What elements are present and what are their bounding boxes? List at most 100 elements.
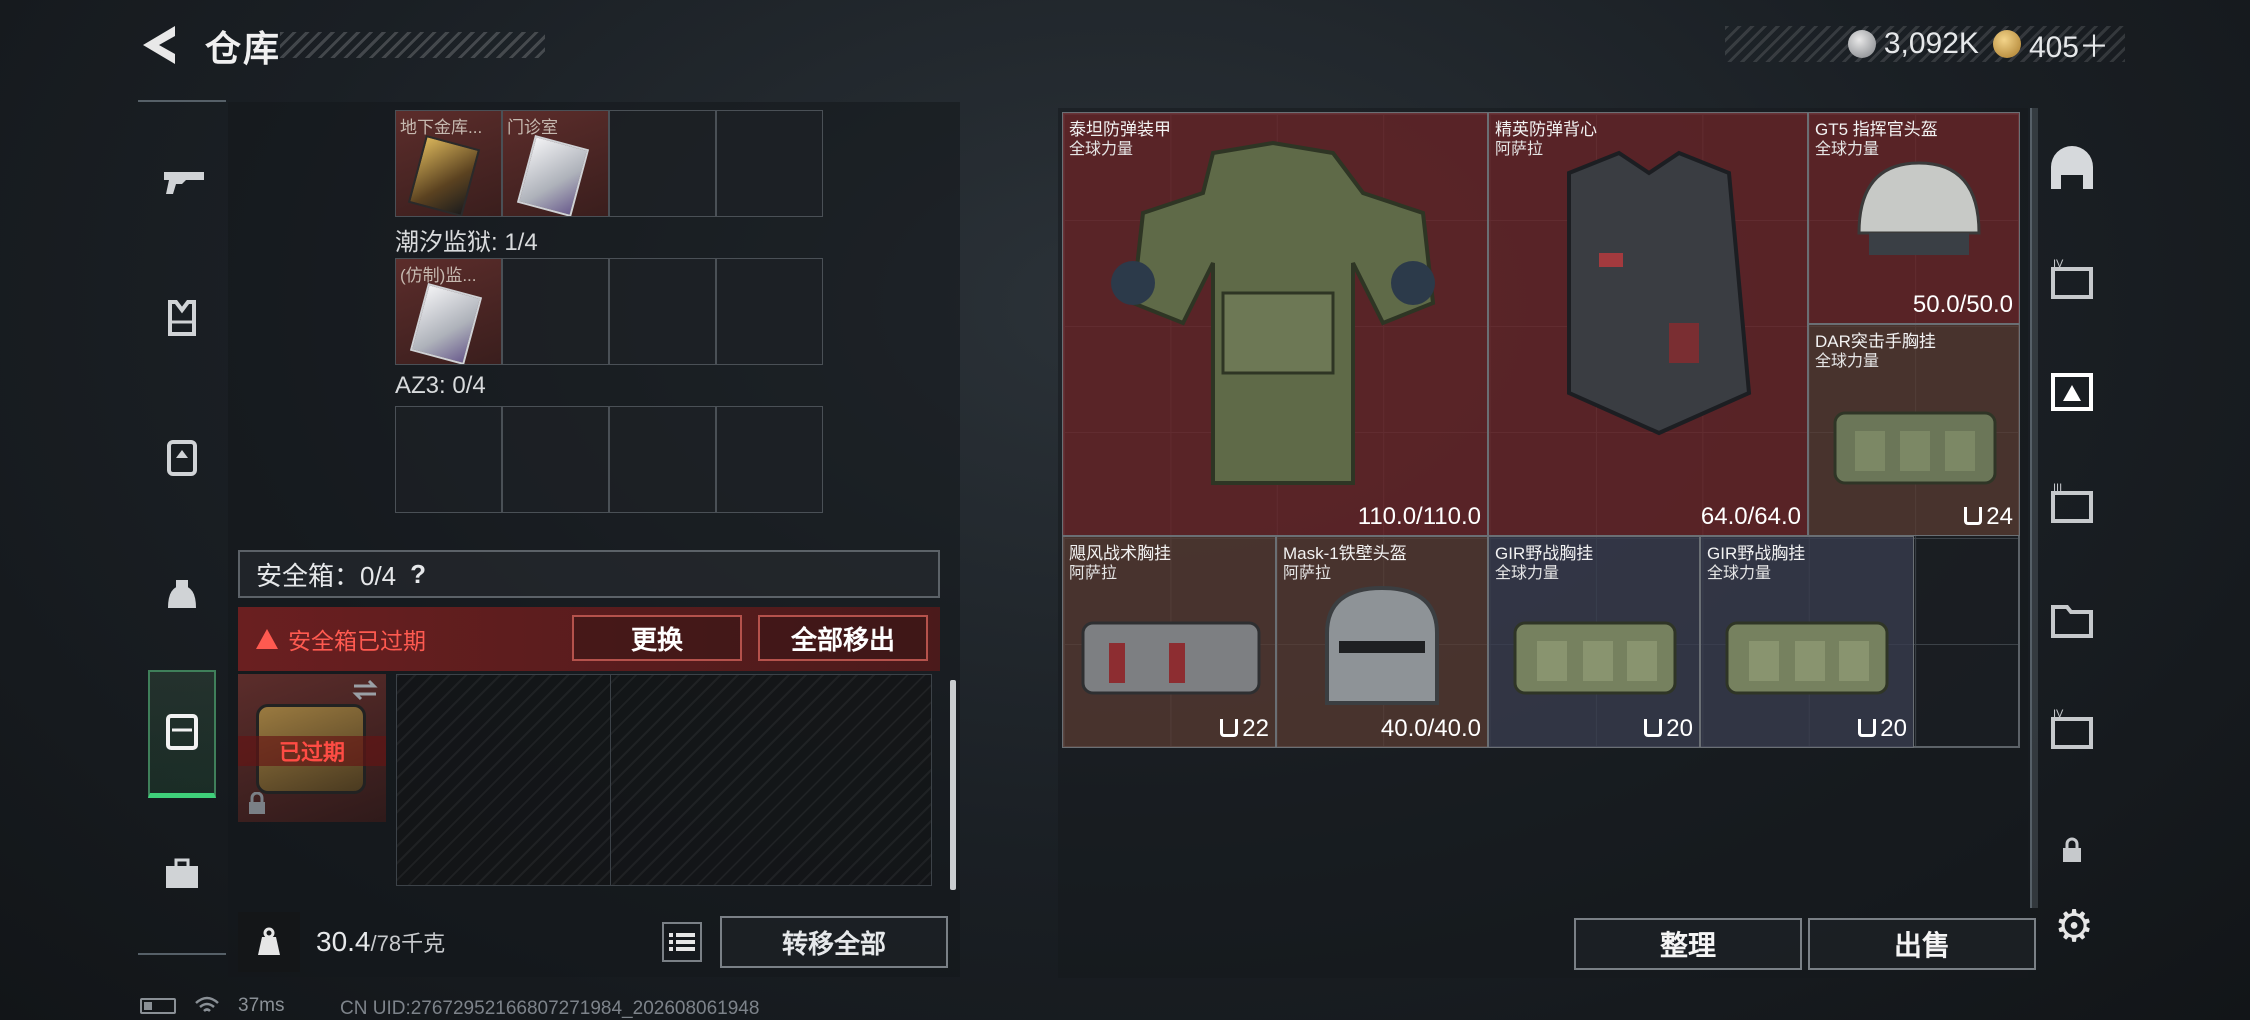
vest-icon: [168, 300, 196, 336]
remove-all-button[interactable]: 全部移出: [758, 615, 928, 661]
gun-icon: [164, 172, 204, 194]
item-gt5-helmet[interactable]: GT5 指挥官头盔 全球力量 50.0/50.0: [1808, 112, 2020, 324]
empty-slot[interactable]: [609, 406, 716, 513]
item-gir-chest-rig-1[interactable]: GIR野战胸挂 全球力量 20: [1488, 536, 1700, 748]
status-bar: 37ms: [140, 995, 284, 1017]
page-title: 仓库: [205, 28, 282, 69]
silver-amount: 3,092K: [1883, 27, 1979, 60]
item-capacity-value: 20: [1880, 715, 1907, 742]
svg-text:III: III: [2053, 482, 2062, 494]
keycard-white-image: [516, 134, 590, 216]
tab-equipment[interactable]: [2040, 360, 2104, 424]
tab-category-3[interactable]: III: [2040, 474, 2104, 538]
item-hurricane-chest-rig[interactable]: 飓风战术胸挂 阿萨拉 22: [1062, 536, 1276, 748]
lock-icon: [2063, 837, 2081, 862]
item-origin: 全球力量: [1707, 565, 1772, 582]
expired-message: 安全箱已过期: [256, 622, 426, 656]
swap-icon[interactable]: [350, 678, 380, 702]
item-titan-armor[interactable]: 泰坦防弹装甲 全球力量 110.0/110.0: [1062, 112, 1488, 536]
empty-slot[interactable]: [716, 406, 823, 513]
vest-icon: [1644, 719, 1663, 737]
tab-locked[interactable]: [2040, 818, 2104, 882]
chest-rig-image: [1833, 411, 1997, 485]
storage-box-icon: III: [2051, 482, 2093, 523]
tab-category-4[interactable]: IV: [2040, 250, 2104, 314]
list-icon: [669, 933, 695, 951]
item-capacity: 24: [1964, 503, 2013, 531]
empty-slot[interactable]: [609, 258, 716, 365]
prison-slot-row: (仿制)监...: [395, 258, 823, 365]
uid-text: CN UID:276729521668072719​84_20260806194…: [340, 998, 760, 1019]
help-icon[interactable]: ?: [410, 559, 426, 590]
item-origin: 阿萨拉: [1283, 565, 1332, 582]
rail-case[interactable]: [138, 836, 226, 916]
tab-category-4b[interactable]: IV: [2040, 700, 2104, 764]
currency-bar: 3,092K 405＋: [1725, 26, 2125, 64]
rail-safebox[interactable]: [148, 670, 216, 798]
gold-currency[interactable]: 405＋: [1992, 22, 2109, 66]
weight-current: 30.4: [316, 926, 371, 957]
rail-armor[interactable]: [138, 278, 226, 358]
chest-rig-image: [1513, 621, 1677, 695]
transfer-all-button[interactable]: 转移全部: [720, 916, 948, 968]
tab-all[interactable]: [2040, 138, 2104, 202]
backpack-icon: [167, 440, 197, 476]
item-expired-badge: 已过期: [238, 736, 386, 766]
item-mask1-helmet[interactable]: Mask-1铁壁头盔 阿萨拉 40.0/40.0: [1276, 536, 1488, 748]
item-capacity-value: 20: [1666, 715, 1693, 742]
gold-amount: 405＋: [2028, 31, 2109, 64]
expired-text: 安全箱已过期: [288, 628, 426, 654]
rail-backpack[interactable]: [138, 418, 226, 498]
safebox-header: 安全箱：0/4 ?: [238, 550, 940, 598]
silver-currency[interactable]: 3,092K: [1847, 27, 1979, 61]
vest-icon: [1220, 719, 1239, 737]
empty-slot[interactable]: [395, 406, 502, 513]
list-view-button[interactable]: [662, 922, 702, 962]
empty-slot[interactable]: [716, 258, 823, 365]
organize-button[interactable]: 整理: [1574, 918, 1802, 970]
weight-max: /78千克: [370, 931, 446, 956]
empty-slot[interactable]: [609, 110, 716, 217]
empty-slot[interactable]: [502, 258, 609, 365]
empty-slot[interactable]: [716, 110, 823, 217]
divider: [610, 674, 611, 886]
settings-gear-icon[interactable]: ⚙: [2048, 900, 2100, 952]
slot-vault-key[interactable]: 地下金库...: [395, 110, 502, 217]
wifi-icon: [195, 996, 219, 1012]
safebox-locked-area: [396, 674, 932, 886]
back-button[interactable]: [135, 20, 185, 70]
sell-button[interactable]: 出售: [1808, 918, 2036, 970]
warehouse-icon: [2051, 146, 2093, 189]
item-capacity: 20: [1858, 715, 1907, 743]
vest-icon: [1858, 719, 1877, 737]
item-elite-vest[interactable]: 精英防弹背心 阿萨拉 64.0/64.0: [1488, 112, 1808, 536]
item-origin: 全球力量: [1815, 353, 1880, 370]
helmet-image: [1857, 161, 1981, 255]
item-dar-chest-rig[interactable]: DAR突击手胸挂 全球力量 24: [1808, 324, 2020, 536]
battery-icon: [140, 998, 176, 1014]
item-durability: 110.0/110.0: [1357, 503, 1481, 530]
rail-weapon[interactable]: [138, 140, 226, 220]
svg-text:IV: IV: [2053, 708, 2064, 720]
folder-icon: [2051, 605, 2093, 638]
replace-button[interactable]: 更换: [572, 615, 742, 661]
storage-box-icon: IV: [2051, 708, 2093, 749]
item-durability: 64.0/64.0: [1700, 503, 1801, 530]
rail-scrollbar[interactable]: [2032, 108, 2038, 908]
item-origin: 阿萨拉: [1069, 565, 1118, 582]
empty-slot[interactable]: [502, 406, 609, 513]
weight-icon: [238, 912, 300, 972]
slot-clinic-key[interactable]: 门诊室: [502, 110, 609, 217]
chest-rig-image: [1725, 621, 1889, 695]
equipment-tab-icon: [2051, 373, 2093, 411]
safebox-item-slot[interactable]: 已过期: [238, 674, 386, 822]
rail-chest-rig[interactable]: [138, 556, 226, 636]
slot-prison-key[interactable]: (仿制)监...: [395, 258, 502, 365]
gold-coin-icon: [1992, 30, 2021, 58]
tab-category-2[interactable]: [2040, 588, 2104, 652]
item-capacity-value: 24: [1986, 503, 2013, 530]
item-gir-chest-rig-2[interactable]: GIR野战胸挂 全球力量 20: [1700, 536, 1914, 748]
back-arrow-icon: [143, 26, 175, 64]
item-capacity: 22: [1220, 715, 1269, 743]
container-scrollbar[interactable]: [950, 680, 956, 890]
